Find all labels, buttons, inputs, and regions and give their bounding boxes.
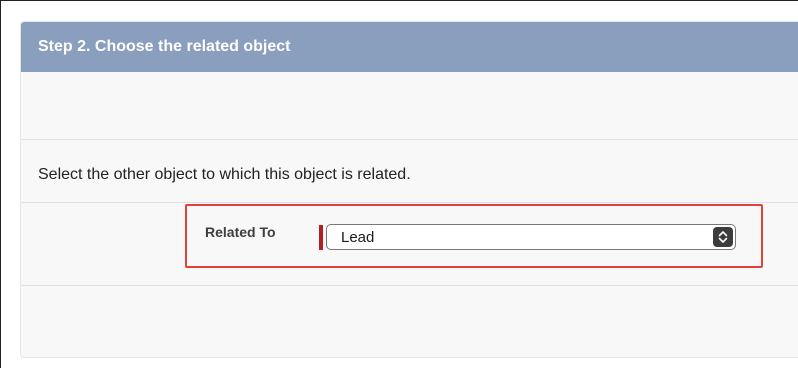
divider bbox=[21, 285, 798, 286]
chevron-up-down-icon bbox=[713, 227, 733, 247]
divider bbox=[21, 139, 798, 140]
divider bbox=[21, 202, 798, 203]
related-to-selected-value: Lead bbox=[341, 229, 375, 246]
required-indicator bbox=[319, 225, 323, 250]
step-panel: Step 2. Choose the related object Select… bbox=[20, 21, 798, 358]
related-to-label: Related To bbox=[205, 224, 276, 240]
related-to-select[interactable]: Lead bbox=[326, 224, 736, 250]
step-title: Step 2. Choose the related object bbox=[38, 38, 291, 55]
instruction-text: Select the other object to which this ob… bbox=[38, 166, 411, 183]
step-header: Step 2. Choose the related object bbox=[21, 22, 798, 72]
screenshot-frame: Step 2. Choose the related object Select… bbox=[0, 0, 798, 368]
